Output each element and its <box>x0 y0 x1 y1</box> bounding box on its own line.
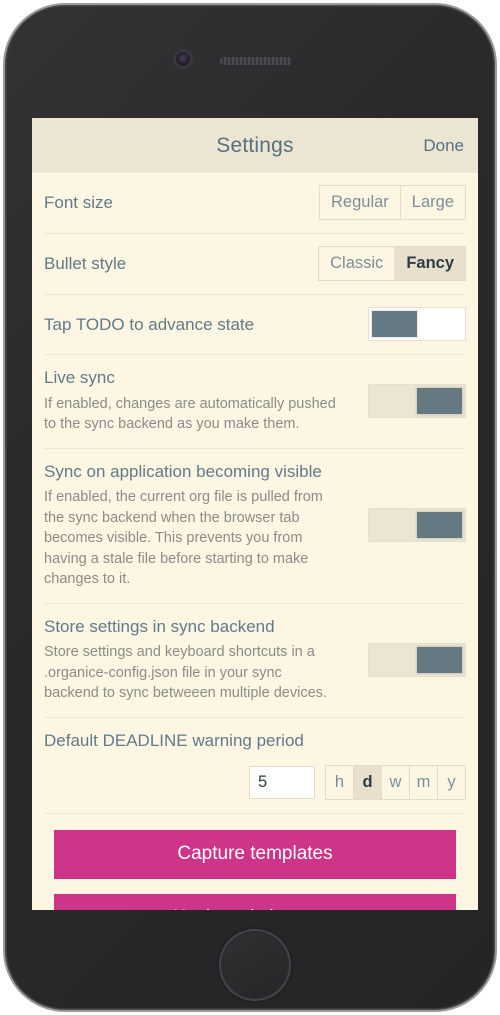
speaker-grille-icon <box>220 57 292 65</box>
segmented-control-deadline-unit[interactable]: h d w m y <box>325 764 466 800</box>
toggle-thumb <box>417 387 462 414</box>
setting-label-store-settings: Store settings in sync backend <box>44 616 275 636</box>
toggle-thumb <box>417 646 462 673</box>
row-control <box>368 383 466 418</box>
deadline-controls: h d w m y <box>44 764 466 800</box>
toggle-live-sync[interactable] <box>368 383 466 418</box>
row-control <box>368 307 466 342</box>
row-control <box>368 642 466 677</box>
segment-unit-days[interactable]: d <box>353 765 381 799</box>
toggle-sync-on-visible[interactable] <box>368 508 466 543</box>
setting-label-bullet-style: Bullet style <box>44 254 127 274</box>
row-text: Bullet style <box>44 253 308 274</box>
keyboard-shortcuts-button[interactable]: Keyboard shortcuts <box>54 893 456 910</box>
capture-templates-button[interactable]: Capture templates <box>54 829 456 879</box>
action-buttons: Capture templates Keyboard shortcuts <box>44 814 466 910</box>
segment-font-size-large[interactable]: Large <box>399 186 465 220</box>
row-text: Tap TODO to advance state <box>44 314 358 335</box>
home-button[interactable] <box>219 929 291 1001</box>
segment-font-size-regular[interactable]: Regular <box>320 186 400 220</box>
row-text: Live sync If enabled, changes are automa… <box>44 367 358 434</box>
toggle-store-settings[interactable] <box>368 642 466 677</box>
toggle-thumb <box>417 512 462 539</box>
done-button[interactable]: Done <box>423 136 464 156</box>
row-control <box>368 508 466 543</box>
phone-frame: Settings Done Font size Regular Large Bu… <box>3 3 497 1012</box>
segment-unit-weeks[interactable]: w <box>381 765 409 799</box>
segment-bullet-classic[interactable]: Classic <box>319 247 395 281</box>
segment-bullet-fancy[interactable]: Fancy <box>394 247 465 281</box>
setting-row-store-settings: Store settings in sync backend Store set… <box>44 604 466 718</box>
setting-description-sync-on-visible: If enabled, the current org file is pull… <box>44 488 323 588</box>
segment-unit-months[interactable]: m <box>409 765 437 799</box>
setting-row-sync-on-visible: Sync on application becoming visible If … <box>44 449 466 604</box>
segment-unit-hours[interactable]: h <box>326 765 353 799</box>
row-text: Font size <box>44 192 309 213</box>
toggle-tap-todo[interactable] <box>368 307 466 342</box>
settings-list: Font size Regular Large Bullet style Cla… <box>32 173 478 910</box>
setting-label-tap-todo: Tap TODO to advance state <box>44 314 255 334</box>
row-text: Sync on application becoming visible If … <box>44 461 358 590</box>
setting-row-font-size: Font size Regular Large <box>44 173 466 235</box>
setting-row-bullet-style: Bullet style Classic Fancy <box>44 234 466 296</box>
setting-row-tap-todo: Tap TODO to advance state <box>44 295 466 356</box>
toggle-thumb <box>372 311 417 338</box>
page-title: Settings <box>216 133 294 157</box>
segment-unit-years[interactable]: y <box>437 765 465 799</box>
setting-description-store-settings: Store settings and keyboard shortcuts in… <box>44 644 327 702</box>
setting-label-sync-on-visible: Sync on application becoming visible <box>44 461 322 481</box>
row-control: Regular Large <box>319 185 466 221</box>
setting-label-deadline-warning: Default DEADLINE warning period <box>44 730 304 750</box>
setting-label-font-size: Font size <box>44 192 113 212</box>
setting-description-live-sync: If enabled, changes are automatically pu… <box>44 395 336 433</box>
setting-row-deadline-warning: Default DEADLINE warning period h d w m … <box>44 718 466 814</box>
segmented-control-bullet-style[interactable]: Classic Fancy <box>318 246 466 282</box>
app-header: Settings Done <box>32 118 478 173</box>
camera-icon <box>176 52 190 66</box>
row-text: Store settings in sync backend Store set… <box>44 616 358 704</box>
deadline-value-input[interactable] <box>249 765 315 799</box>
setting-row-live-sync: Live sync If enabled, changes are automa… <box>44 355 466 449</box>
setting-label-live-sync: Live sync <box>44 368 115 388</box>
row-control: Classic Fancy <box>318 246 466 282</box>
segmented-control-font-size[interactable]: Regular Large <box>319 185 466 221</box>
phone-screen: Settings Done Font size Regular Large Bu… <box>32 118 478 910</box>
